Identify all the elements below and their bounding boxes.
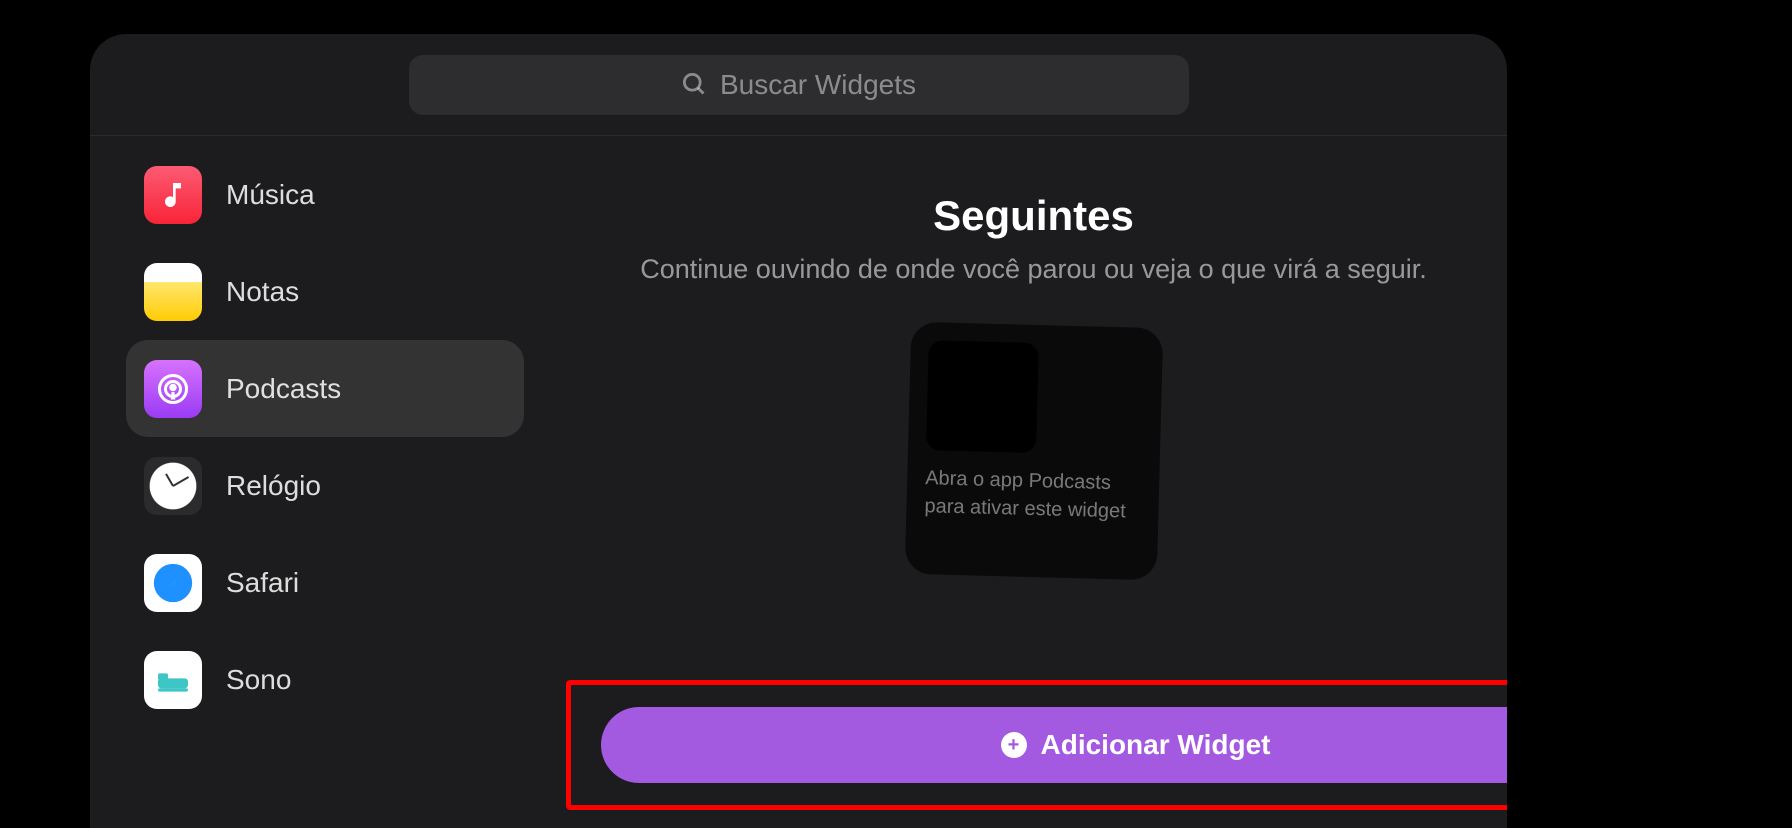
podcasts-icon xyxy=(144,360,202,418)
preview-text: Abra o app Podcasts para ativar este wid… xyxy=(924,464,1141,526)
search-placeholder: Buscar Widgets xyxy=(720,69,916,101)
widget-subtitle: Continue ouvindo de onde você parou ou v… xyxy=(640,254,1427,285)
widget-title: Seguintes xyxy=(933,192,1134,240)
sidebar-item-safari[interactable]: Safari xyxy=(126,534,524,631)
search-icon xyxy=(681,71,708,98)
sleep-icon xyxy=(144,651,202,709)
notes-icon xyxy=(144,263,202,321)
music-icon xyxy=(144,166,202,224)
widget-gallery-panel: Buscar Widgets Música Notas Podcasts xyxy=(90,34,1507,828)
sidebar-item-label: Relógio xyxy=(226,470,321,502)
sidebar-item-label: Música xyxy=(226,179,315,211)
widget-preview[interactable]: Abra o app Podcasts para ativar este wid… xyxy=(904,322,1163,581)
sidebar-item-label: Sono xyxy=(226,664,291,696)
add-button-label: Adicionar Widget xyxy=(1041,729,1271,761)
plus-icon: + xyxy=(1001,732,1027,758)
preview-thumb xyxy=(925,340,1038,453)
add-widget-button[interactable]: + Adicionar Widget xyxy=(601,707,1507,783)
header: Buscar Widgets xyxy=(90,34,1507,136)
sidebar-item-notes[interactable]: Notas xyxy=(126,243,524,340)
sidebar-item-label: Safari xyxy=(226,567,299,599)
sidebar-item-sleep[interactable]: Sono xyxy=(126,631,524,728)
sidebar-item-label: Notas xyxy=(226,276,299,308)
sidebar: Música Notas Podcasts Relógio Sa xyxy=(90,136,560,828)
sidebar-item-music[interactable]: Música xyxy=(126,146,524,243)
search-input[interactable]: Buscar Widgets xyxy=(409,55,1189,115)
sidebar-item-label: Podcasts xyxy=(226,373,341,405)
sidebar-item-clock[interactable]: Relógio xyxy=(126,437,524,534)
sidebar-item-podcasts[interactable]: Podcasts xyxy=(126,340,524,437)
clock-icon xyxy=(144,457,202,515)
highlight-box: + Adicionar Widget xyxy=(566,680,1507,810)
safari-icon xyxy=(144,554,202,612)
